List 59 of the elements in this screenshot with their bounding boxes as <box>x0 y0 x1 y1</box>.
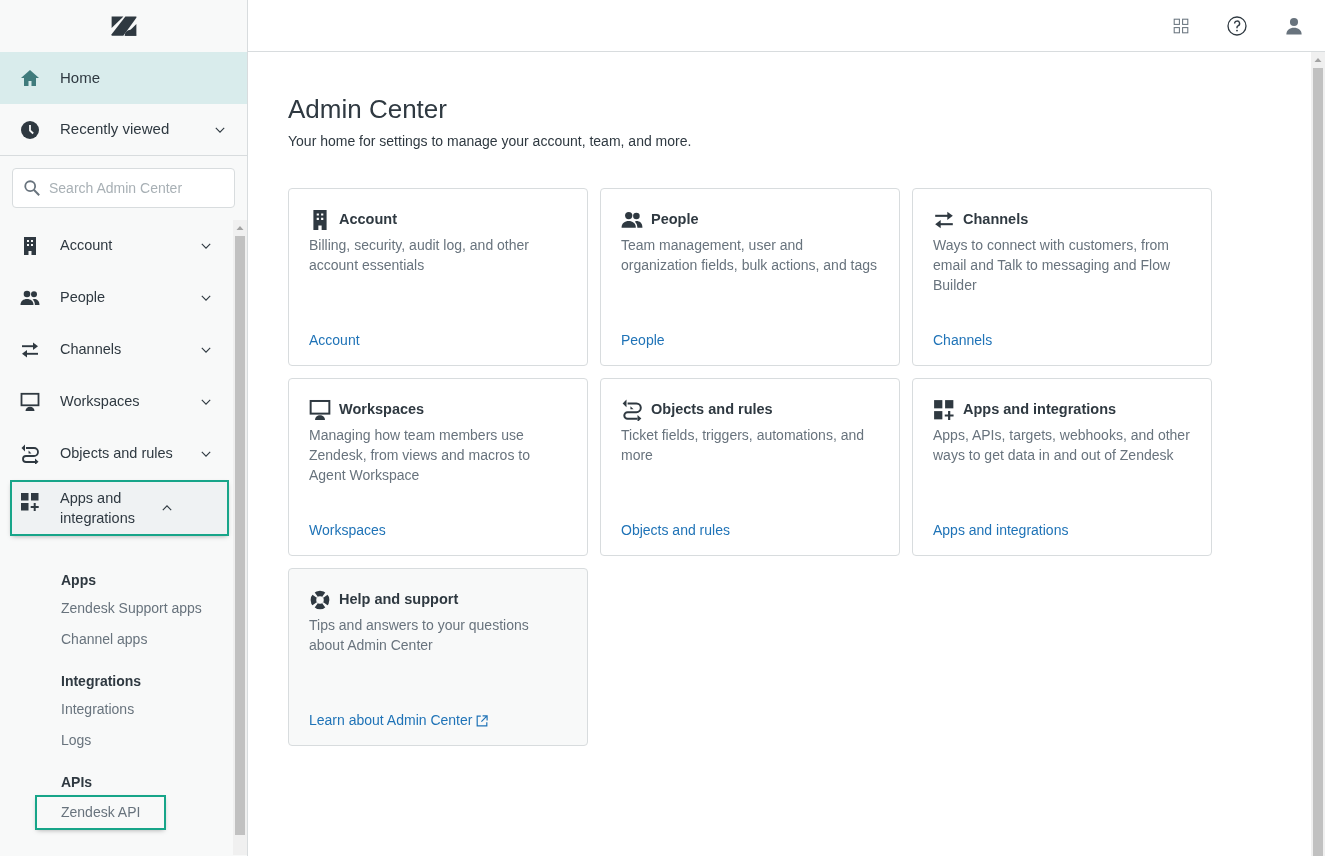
card-title: Apps and integrations <box>963 400 1117 420</box>
card-description: Ticket fields, triggers, automations, and more <box>621 426 866 466</box>
scrollbar[interactable] <box>233 220 247 855</box>
sidebar-link[interactable]: Zendesk Support apps <box>61 593 202 624</box>
card-description: Billing, security, audit log, and other account essentials <box>309 236 530 276</box>
logo-icon <box>109 15 138 37</box>
monitor-icon <box>20 392 40 412</box>
card-title: Channels <box>963 210 1029 230</box>
card-link[interactable]: Channels <box>933 330 993 352</box>
search-icon <box>23 179 41 197</box>
card-title: Account <box>339 210 397 230</box>
card-title: Help and support <box>339 590 459 610</box>
sidebar-item[interactable]: Workspaces <box>0 376 233 428</box>
grid-plus-icon <box>933 399 955 422</box>
scrollbar[interactable] <box>1311 52 1325 856</box>
loop-arrows-icon <box>621 399 643 422</box>
page-subtitle: Your home for settings to manage your account, team, and more. <box>288 132 693 152</box>
sidebar-item[interactable]: Objects and rules <box>0 428 233 480</box>
page-title: Admin Center <box>288 94 448 126</box>
sidebar-link[interactable]: Channel apps <box>61 624 148 655</box>
card-link[interactable]: Account <box>309 330 360 352</box>
loop-arrows-icon <box>20 444 40 464</box>
group-heading: APIs <box>61 773 94 792</box>
sidebar-link[interactable]: Zendesk API <box>37 797 165 828</box>
sidebar-item[interactable]: Home <box>0 52 247 104</box>
sidebar-link[interactable]: Logs <box>61 725 92 756</box>
help-icon[interactable] <box>1227 15 1247 36</box>
card-description: Managing how team members use Zendesk, from views and macros to Agent Workspace <box>309 426 531 486</box>
arrows-icon <box>20 340 40 360</box>
card-link[interactable]: Objects and rules <box>621 520 730 542</box>
sidebar-item[interactable]: Channels <box>0 324 233 376</box>
monitor-icon <box>309 399 331 422</box>
sidebar-item[interactable]: People <box>0 272 233 324</box>
sidebar-item[interactable]: Account <box>0 220 233 272</box>
user-icon[interactable] <box>1285 16 1303 35</box>
card-title: Objects and rules <box>651 400 773 420</box>
people-icon <box>20 288 40 308</box>
grid-icon[interactable] <box>1173 17 1189 34</box>
clock-icon <box>20 119 40 140</box>
card-description: Tips and answers to your questions about Admin Center <box>309 616 530 656</box>
search-field[interactable]: Search Admin Center <box>12 168 235 208</box>
card-link[interactable]: Learn about Admin Center <box>309 710 473 732</box>
card-title: Workspaces <box>339 400 425 420</box>
card-link[interactable]: People <box>621 330 665 352</box>
card-description: Ways to connect with customers, from email and Talk to messaging and Flow Builder <box>933 236 1172 296</box>
card-title: People <box>651 210 699 230</box>
sidebar-link[interactable]: Integrations <box>61 694 135 725</box>
card-description: Team management, user and organization fields, bulk actions, and tags <box>621 236 879 276</box>
card-description: Apps, APIs, targets, webhooks, and other ways to get data in and out of Zendesk <box>933 426 1191 466</box>
sidebar-item[interactable]: Apps and integrations <box>12 482 227 534</box>
grid-plus-icon <box>20 492 40 512</box>
group-heading: Apps <box>61 571 97 590</box>
card-link[interactable]: Apps and integrations <box>933 520 1069 542</box>
card-link[interactable]: Workspaces <box>309 520 386 542</box>
external-link-icon[interactable] <box>476 714 489 727</box>
lifebuoy-icon <box>309 589 331 612</box>
home-icon <box>20 68 40 88</box>
sidebar-item[interactable]: Recently viewed <box>0 104 247 156</box>
group-heading: Integrations <box>61 672 143 691</box>
